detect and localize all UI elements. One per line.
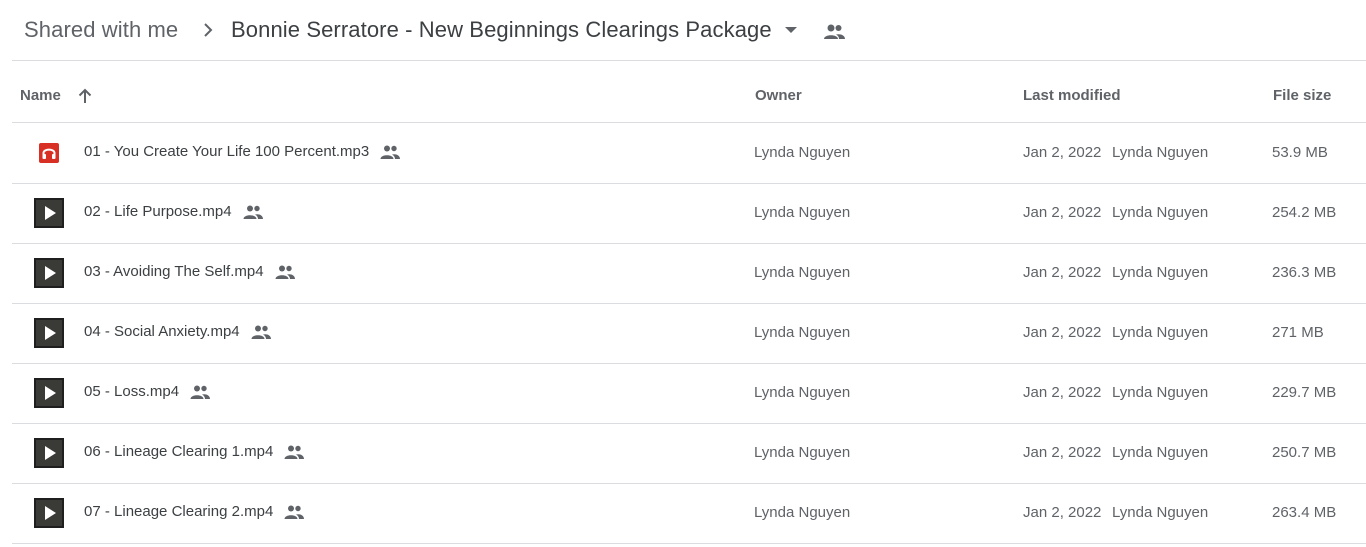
file-name[interactable]: 02 - Life Purpose.mp4 [84, 203, 264, 220]
file-modified-by: Lynda Nguyen [1112, 324, 1209, 341]
file-size: 254.2 MB [1272, 204, 1337, 221]
file-modified-date: Jan 2, 2022 [1023, 324, 1102, 341]
file-row[interactable]: 06 - Lineage Clearing 1.mp4 Lynda Nguyen J… [12, 423, 1366, 484]
folder-menu-caret-icon[interactable] [785, 27, 797, 33]
file-name[interactable]: 07 - Lineage Clearing 2.mp4 [84, 503, 305, 520]
file-row[interactable]: 07 - Lineage Clearing 2.mp4 Lynda Nguyen J… [12, 483, 1366, 544]
file-modified-by: Lynda Nguyen [1112, 384, 1209, 401]
file-owner: Lynda Nguyen [754, 504, 851, 521]
video-play-icon [34, 198, 64, 228]
file-name-text: 02 - Life Purpose.mp4 [84, 203, 232, 220]
shared-people-icon [250, 324, 272, 340]
video-play-icon [34, 438, 64, 468]
file-modified-date: Jan 2, 2022 [1023, 444, 1102, 461]
file-name-text: 07 - Lineage Clearing 2.mp4 [84, 503, 274, 520]
video-play-icon [34, 258, 64, 288]
file-name[interactable]: 04 - Social Anxiety.mp4 [84, 323, 272, 340]
headphones-icon [34, 138, 64, 168]
file-row[interactable]: 03 - Avoiding The Self.mp4 Lynda Nguyen Ja… [12, 243, 1366, 304]
column-header-name[interactable]: Name [20, 87, 61, 104]
file-size: 53.9 MB [1272, 144, 1328, 161]
file-modified-date: Jan 2, 2022 [1023, 504, 1102, 521]
file-name-text: 06 - Lineage Clearing 1.mp4 [84, 443, 274, 460]
column-header-last-modified[interactable]: Last modified [1023, 87, 1121, 104]
header-divider [12, 60, 1366, 61]
video-play-icon [34, 498, 64, 528]
chevron-right-icon [204, 23, 213, 37]
file-name[interactable]: 05 - Loss.mp4 [84, 383, 211, 400]
file-name[interactable]: 06 - Lineage Clearing 1.mp4 [84, 443, 305, 460]
sort-ascending-arrow-icon[interactable] [76, 87, 94, 105]
video-play-icon [34, 318, 64, 348]
file-owner: Lynda Nguyen [754, 204, 851, 221]
file-modified-date: Jan 2, 2022 [1023, 204, 1102, 221]
shared-people-icon [274, 264, 296, 280]
file-size: 229.7 MB [1272, 384, 1337, 401]
shared-people-icon [283, 444, 305, 460]
file-owner: Lynda Nguyen [754, 264, 851, 281]
video-play-icon [34, 378, 64, 408]
file-owner: Lynda Nguyen [754, 144, 851, 161]
shared-people-icon [242, 204, 264, 220]
file-size: 250.7 MB [1272, 444, 1337, 461]
shared-people-icon [189, 384, 211, 400]
file-size: 263.4 MB [1272, 504, 1337, 521]
file-name[interactable]: 03 - Avoiding The Self.mp4 [84, 263, 296, 280]
file-row[interactable]: 05 - Loss.mp4 Lynda Nguyen Jan 2, 2022 Lynd… [12, 363, 1366, 424]
file-row[interactable]: 02 - Life Purpose.mp4 Lynda Nguyen Jan 2, … [12, 183, 1366, 244]
file-size: 236.3 MB [1272, 264, 1337, 281]
column-header-file-size[interactable]: File size [1273, 87, 1331, 104]
file-modified-date: Jan 2, 2022 [1023, 144, 1102, 161]
file-modified-date: Jan 2, 2022 [1023, 384, 1102, 401]
file-size: 271 MB [1272, 324, 1324, 341]
shared-people-icon [379, 144, 401, 160]
file-name[interactable]: 01 - You Create Your Life 100 Percent.mp… [84, 143, 401, 160]
file-name-text: 01 - You Create Your Life 100 Percent.mp… [84, 143, 370, 160]
file-modified-by: Lynda Nguyen [1112, 444, 1209, 461]
file-modified-by: Lynda Nguyen [1112, 144, 1209, 161]
file-owner: Lynda Nguyen [754, 324, 851, 341]
file-row[interactable]: 04 - Social Anxiety.mp4 Lynda Nguyen Jan 2… [12, 303, 1366, 364]
shared-people-icon [283, 504, 305, 520]
file-row[interactable]: 01 - You Create Your Life 100 Percent.mp… [12, 123, 1366, 184]
file-name-text: 04 - Social Anxiety.mp4 [84, 323, 240, 340]
file-modified-by: Lynda Nguyen [1112, 204, 1209, 221]
file-owner: Lynda Nguyen [754, 444, 851, 461]
breadcrumb-current-folder[interactable]: Bonnie Serratore - New Beginnings Cleari… [231, 17, 772, 43]
breadcrumb: Shared with me Bonnie Serratore - New Be… [0, 0, 1366, 60]
file-modified-date: Jan 2, 2022 [1023, 264, 1102, 281]
shared-people-icon [824, 24, 845, 39]
breadcrumb-shared-with-me[interactable]: Shared with me [24, 17, 178, 43]
file-owner: Lynda Nguyen [754, 384, 851, 401]
file-modified-by: Lynda Nguyen [1112, 264, 1209, 281]
column-header-owner[interactable]: Owner [755, 87, 802, 104]
file-modified-by: Lynda Nguyen [1112, 504, 1209, 521]
file-name-text: 03 - Avoiding The Self.mp4 [84, 263, 264, 280]
file-name-text: 05 - Loss.mp4 [84, 383, 180, 400]
